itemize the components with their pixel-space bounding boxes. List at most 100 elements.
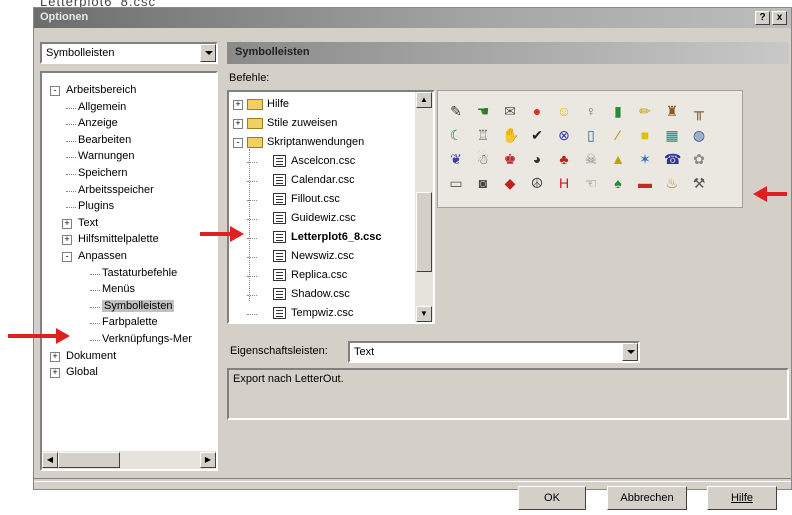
tree-expander-icon[interactable]: + <box>233 100 243 110</box>
tree-item-dokument[interactable]: Dokument <box>66 350 116 362</box>
peace-icon[interactable]: ☮ <box>529 175 545 191</box>
tree-expander-icon[interactable]: + <box>50 351 60 362</box>
command-item-label: Stile zuweisen <box>267 117 338 129</box>
tree-item-anpassen[interactable]: Anpassen <box>78 250 127 262</box>
camera-icon[interactable]: ◕ <box>529 151 545 167</box>
help-button-label: Hilfe <box>730 492 753 504</box>
table-icon[interactable]: ╥ <box>691 103 707 119</box>
horizontal-scrollbar[interactable]: ◀ ▶ <box>42 451 216 469</box>
check-icon[interactable]: ✔ <box>529 127 545 143</box>
command-item-hilfe[interactable]: Hilfe <box>247 98 289 110</box>
command-item-skriptanwendungen[interactable]: Skriptanwendungen <box>247 136 364 148</box>
flower-icon[interactable]: ✿ <box>691 151 707 167</box>
tree-item-tastaturbefehle[interactable]: Tastaturbefehle <box>102 267 177 279</box>
no-icon[interactable]: ⊗ <box>556 127 572 143</box>
tree-expander-icon[interactable]: - <box>50 86 60 96</box>
person-icon[interactable]: ♚ <box>502 151 518 167</box>
page-icon[interactable]: ▯ <box>583 127 599 143</box>
tree-item-farbpalette[interactable]: Farbpalette <box>102 316 158 328</box>
command-item-letterplot6-8-csc[interactable]: Letterplot6_8.csc <box>273 231 381 244</box>
chip-icon[interactable]: ◙ <box>475 175 491 191</box>
mail-icon[interactable]: ✉ <box>502 103 518 119</box>
tree-item-arbeitsbereich[interactable]: Arbeitsbereich <box>66 84 136 96</box>
globe-icon[interactable]: ◍ <box>691 127 707 143</box>
stop-icon[interactable]: ● <box>529 103 545 119</box>
help-button[interactable]: Hilfe <box>707 486 777 510</box>
chevron-down-icon[interactable] <box>622 343 638 361</box>
tree-expander-icon[interactable]: + <box>50 368 60 379</box>
close-button[interactable]: x <box>772 11 787 25</box>
tree-item-hilfsmittelpalette[interactable]: Hilfsmittelpalette <box>78 233 159 245</box>
h-icon[interactable]: H <box>556 175 572 191</box>
pen-icon[interactable]: ✎ <box>448 103 464 119</box>
command-item-tempwiz-csc[interactable]: Tempwiz.csc <box>273 307 353 320</box>
moon-icon[interactable]: ☾ <box>448 127 464 143</box>
command-item-replica-csc[interactable]: Replica.csc <box>273 269 347 282</box>
pumpkin-icon[interactable]: ♨ <box>664 175 680 191</box>
butterfly-icon[interactable]: ❦ <box>448 151 464 167</box>
tools-icon[interactable]: ⚒ <box>691 175 707 191</box>
lips-icon[interactable]: ◆ <box>502 175 518 191</box>
star-icon[interactable]: ✶ <box>637 151 653 167</box>
command-item-newswiz-csc[interactable]: Newswiz.csc <box>273 250 354 263</box>
tree-item-verkn-pfungs-mer[interactable]: Verknüpfungs-Mer <box>102 333 192 345</box>
scroll-thumb[interactable] <box>58 452 120 468</box>
scroll-down-icon[interactable]: ▼ <box>416 306 432 322</box>
tree-item-global[interactable]: Global <box>66 366 98 378</box>
tree-expander-icon[interactable]: - <box>62 252 72 262</box>
tree-item-warnungen[interactable]: Warnungen <box>78 150 134 162</box>
card-icon[interactable]: ▭ <box>448 175 464 191</box>
wand-icon[interactable]: ⁄ <box>610 127 626 143</box>
category-combo[interactable]: Symbolleisten <box>40 42 218 64</box>
command-item-stile-zuweisen[interactable]: Stile zuweisen <box>247 117 337 129</box>
tree-item-men-s[interactable]: Menüs <box>102 283 135 295</box>
bulb-icon[interactable]: ♀ <box>583 103 599 119</box>
command-item-guidewiz-csc[interactable]: Guidewiz.csc <box>273 212 356 225</box>
scroll-up-icon[interactable]: ▲ <box>416 92 432 108</box>
properties-combo-value: Text <box>354 346 375 358</box>
scroll-thumb[interactable] <box>416 192 432 272</box>
tree-expander-icon[interactable]: + <box>233 119 243 129</box>
tree-expander-icon[interactable]: - <box>233 138 243 148</box>
skull-icon[interactable]: ☠ <box>583 151 599 167</box>
glove-icon[interactable]: ✋ <box>502 127 519 143</box>
tree-item-plugins[interactable]: Plugins <box>78 200 114 212</box>
ok-button[interactable]: OK <box>518 486 586 510</box>
tree-expander-icon[interactable]: + <box>62 218 72 229</box>
tree-item-speichern[interactable]: Speichern <box>78 167 128 179</box>
command-item-shadow-csc[interactable]: Shadow.csc <box>273 288 350 301</box>
smiley-icon[interactable]: ☺ <box>556 103 572 119</box>
cube-icon[interactable]: ■ <box>637 127 653 143</box>
hand-icon[interactable]: ☚ <box>475 103 491 119</box>
car-icon[interactable]: ♣ <box>556 151 572 167</box>
bell-icon[interactable]: ▲ <box>610 151 626 167</box>
phone-icon[interactable]: ☎ <box>664 151 681 167</box>
figure-icon[interactable]: ☃ <box>475 151 491 167</box>
tree-item-arbeitsspeicher[interactable]: Arbeitsspeicher <box>78 184 154 196</box>
folder-icon <box>247 117 263 129</box>
hand-point-icon[interactable]: ☜ <box>583 175 599 191</box>
tree-item-allgemein[interactable]: Allgemein <box>78 101 126 113</box>
tree-item-bearbeiten[interactable]: Bearbeiten <box>78 134 131 146</box>
command-item-calendar-csc[interactable]: Calendar.csc <box>273 174 355 187</box>
command-item-ascelcon-csc[interactable]: Ascelcon.csc <box>273 155 355 168</box>
scroll-right-icon[interactable]: ▶ <box>200 452 216 468</box>
scroll-left-icon[interactable]: ◀ <box>42 452 58 468</box>
chevron-down-icon[interactable] <box>200 44 216 62</box>
book-icon[interactable]: ▮ <box>610 103 626 119</box>
properties-combo[interactable]: Text <box>348 341 640 363</box>
vertical-scrollbar[interactable]: ▲ ▼ <box>415 92 433 322</box>
cancel-button[interactable]: Abbrechen <box>607 486 687 510</box>
sofa-icon[interactable]: ▬ <box>637 175 653 191</box>
tree-item-anzeige[interactable]: Anzeige <box>78 117 118 129</box>
tree-expander-icon[interactable]: + <box>62 235 72 246</box>
command-item-fillout-csc[interactable]: Fillout.csc <box>273 193 340 206</box>
tree-icon[interactable]: ♠ <box>610 175 626 191</box>
tree-item-text[interactable]: Text <box>78 217 98 229</box>
grid-icon[interactable]: ▦ <box>664 127 680 143</box>
tree-item-symbolleisten[interactable]: Symbolleisten <box>102 299 175 312</box>
help-title-button[interactable]: ? <box>755 11 770 25</box>
pencil-icon[interactable]: ✏ <box>637 103 653 119</box>
bottle-icon[interactable]: ♖ <box>475 127 491 143</box>
chair-icon[interactable]: ♜ <box>664 103 680 119</box>
